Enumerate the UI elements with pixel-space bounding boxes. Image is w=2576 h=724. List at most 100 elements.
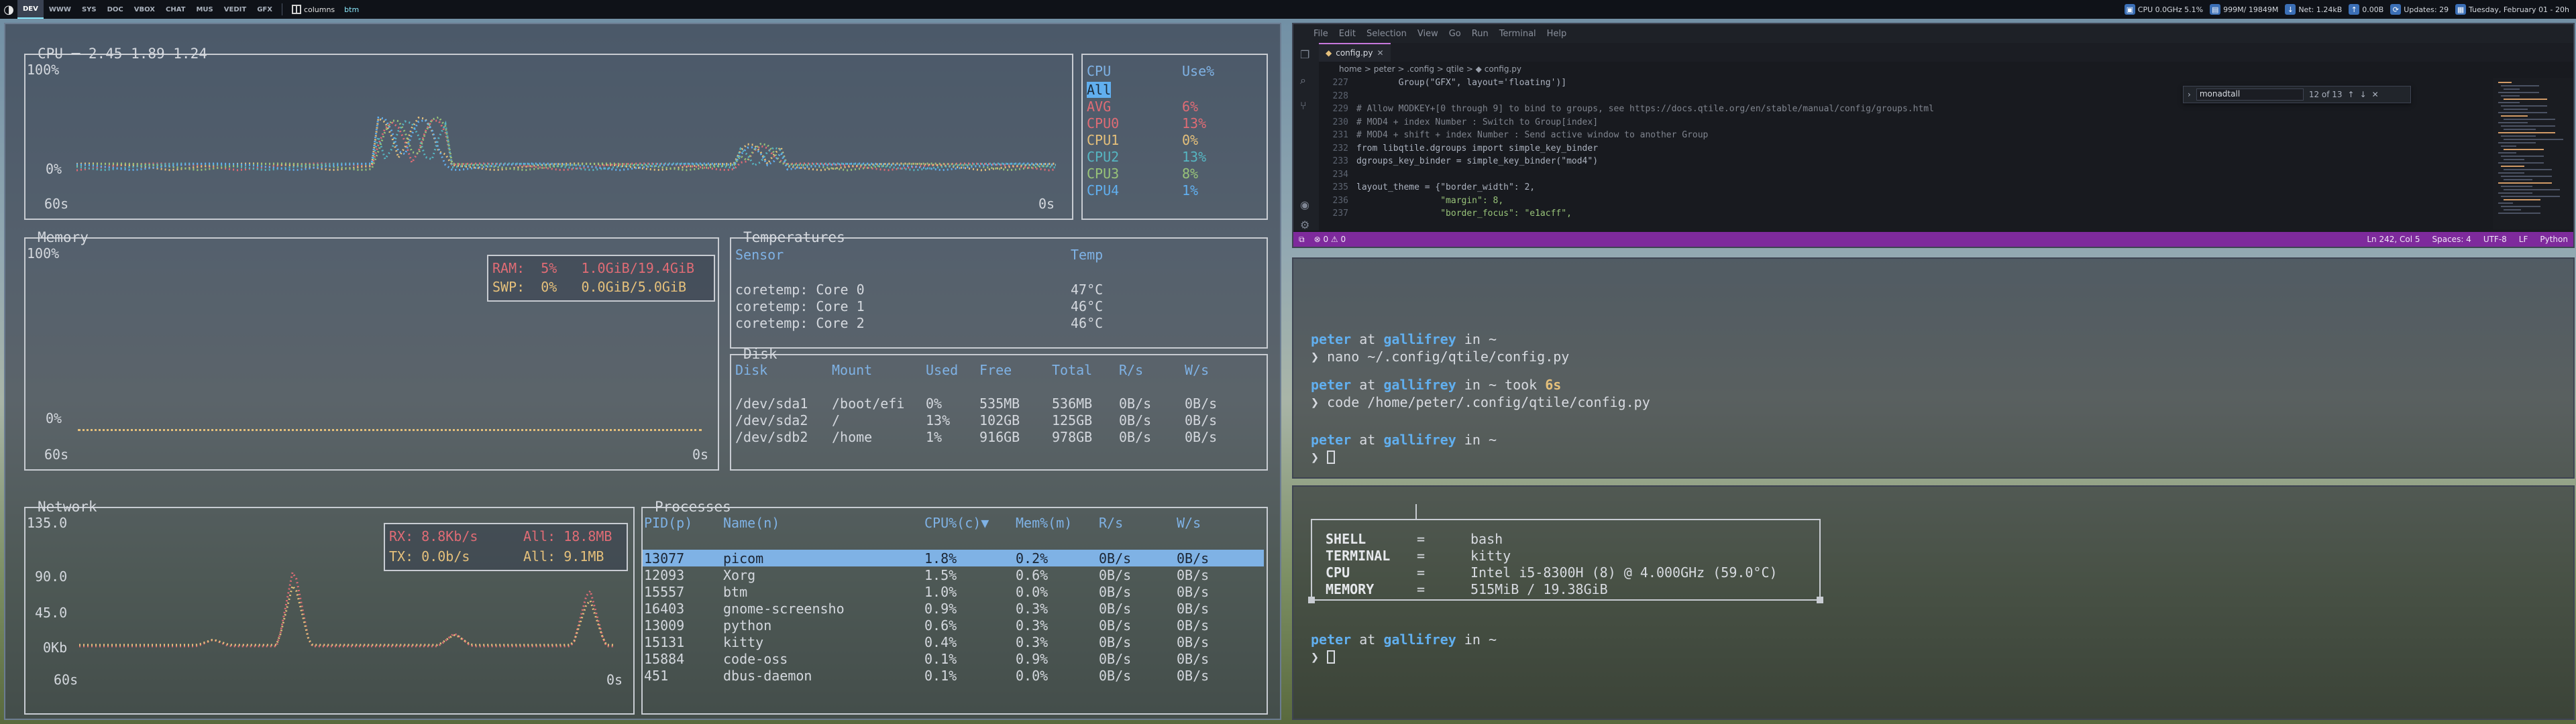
code-line[interactable]: 236 "margin": 8, [1319, 196, 2493, 209]
breadcrumb[interactable]: home > peter > .config > qtile > ◆ confi… [1319, 64, 2573, 78]
menu-terminal[interactable]: Terminal [1499, 29, 1536, 39]
group-vedit[interactable]: VEDIT [219, 0, 252, 19]
find-input[interactable]: monadtall [2196, 88, 2304, 101]
disk-header[interactable]: Used [926, 362, 958, 378]
cpu-widget[interactable]: ▣ CPU 0.0GHz 5.1% [2124, 4, 2203, 15]
code-line[interactable]: 237 "border_focus": "e1acff", [1319, 208, 2493, 222]
code-line[interactable]: 231 # MOD4 + shift + index Number : Send … [1319, 130, 2493, 143]
status-item[interactable]: UTF-8 [2483, 235, 2507, 244]
process-header[interactable]: PID(p) [644, 515, 692, 531]
group-chat[interactable]: CHAT [160, 0, 191, 19]
process-header[interactable]: W/s [1177, 515, 1201, 531]
close-find-icon[interactable]: ✕ [2372, 90, 2379, 99]
disk-header[interactable]: Disk [735, 362, 767, 378]
group-mus[interactable]: MUS [191, 0, 218, 19]
disk-header[interactable]: W/s [1185, 362, 1209, 378]
cpu-legend-name[interactable]: CPU1 [1087, 132, 1119, 148]
cpu-legend-name[interactable]: AVG [1087, 99, 1111, 115]
group-gfx[interactable]: GFX [252, 0, 278, 19]
menu-go[interactable]: Go [1449, 29, 1461, 39]
disk-header[interactable]: R/s [1119, 362, 1143, 378]
status-item[interactable]: Python [2540, 235, 2568, 244]
cpu-legend-name[interactable]: CPU0 [1087, 115, 1119, 131]
problems-indicator[interactable]: ⊗ 0 ⚠ 0 [1314, 235, 1346, 244]
process-header[interactable]: Name(n) [723, 515, 780, 531]
code-line[interactable]: 235 layout_theme = {"border_width": 2, [1319, 182, 2493, 196]
account-icon[interactable]: ◉ [1300, 198, 1312, 211]
code-line[interactable]: 233 dgroups_key_binder = simple_key_binde… [1319, 156, 2493, 170]
remote-icon[interactable]: ⧉ [1299, 235, 1305, 245]
code-line[interactable]: 230 # MOD4 + index Number : Switch to Gro… [1319, 117, 2493, 131]
clock-widget[interactable]: ▦ Tuesday, February 01 - 20h [2455, 4, 2569, 15]
box-corner [1308, 597, 1315, 603]
process-row[interactable]: 12093 Xorg 1.5% 0.6% 0B/s 0B/s [643, 566, 1264, 583]
process-widget-box[interactable]: Processes PID(p) Name(n) CPU%(c)▼ Mem%(m) R/… [641, 499, 1268, 715]
terminal-window-2[interactable]: SHELL = bash TERMINAL = kitty CPU = Intel i5-830… [1292, 485, 2575, 720]
previous-match-icon[interactable]: ↑ [2348, 90, 2355, 99]
net-up-widget[interactable]: ↑ 0.00B [2349, 4, 2383, 15]
sysinfo-eq: = [1417, 581, 1426, 597]
minimap[interactable] [2493, 78, 2573, 229]
menu-help[interactable]: Help [1547, 29, 1567, 39]
disk-widget-box[interactable]: Disk Disk Mount Used Free Total R/s W/s /dev/s… [730, 346, 1268, 471]
process-row[interactable]: 15884 code-oss 0.1% 0.9% 0B/s 0B/s [643, 650, 1264, 667]
network-widget-box[interactable]: Network 135.0 90.0 45.0 0Kb 60s 0s RX: 8… [24, 499, 635, 715]
process-row[interactable]: 15557 btm 1.0% 0.0% 0B/s 0B/s [643, 583, 1264, 600]
process-header[interactable]: R/s [1099, 515, 1123, 531]
disk-header[interactable]: Total [1052, 362, 1092, 378]
find-widget[interactable]: › monadtall 12 of 13 ↑ ↓ ✕ [2183, 86, 2411, 103]
group-www[interactable]: WWW [44, 0, 76, 19]
net-widget[interactable]: ↓ Net: 1.24kB [2285, 4, 2342, 15]
process-header[interactable]: Mem%(m) [1016, 515, 1072, 531]
cpu-widget-box[interactable]: CPU ─ 2.45 1.89 1.24 100% 0% 60s 0s [24, 46, 1073, 220]
temperature-widget-box[interactable]: Temperatures Sensor Temp coretemp: Core … [730, 229, 1268, 349]
vscode-window[interactable]: File Edit Selection View Go Run Terminal Help ❐… [1292, 23, 2575, 248]
disk-header[interactable]: Mount [832, 362, 872, 378]
terminal-window-1[interactable]: peter at gallifrey in ~ ❯ nano ~/.config… [1292, 257, 2575, 479]
code-line[interactable]: 232 from libqtile.dgroups import simple_k… [1319, 143, 2493, 157]
status-item[interactable]: LF [2519, 235, 2528, 244]
chevron-right-icon[interactable]: › [2188, 90, 2191, 99]
columns-layout-icon[interactable] [291, 5, 301, 14]
cpu-legend-name[interactable]: CPU4 [1087, 182, 1119, 198]
process-row[interactable]: 13009 python 0.6% 0.3% 0B/s 0B/s [643, 617, 1264, 634]
disk-title: Disk [743, 346, 777, 362]
process-row[interactable]: 16403 gnome-screensho 0.9% 0.3% 0B/s 0B/s [643, 600, 1264, 617]
process-row[interactable]: 15131 kitty 0.4% 0.3% 0B/s 0B/s [643, 634, 1264, 650]
menu-edit[interactable]: Edit [1339, 29, 1356, 39]
source-control-icon[interactable]: ⑂ [1300, 99, 1312, 112]
cpu-legend-name[interactable]: CPU2 [1087, 149, 1119, 165]
search-icon[interactable]: ⌕ [1300, 74, 1312, 86]
input-line[interactable]: ❯ [1311, 449, 1336, 465]
btm-window[interactable]: CPU ─ 2.45 1.89 1.24 100% 0% 60s 0s CPU … [4, 23, 1281, 720]
group-dev[interactable]: DEV [17, 0, 44, 19]
code-line[interactable]: 234 [1319, 170, 2493, 183]
status-item[interactable]: Ln 242, Col 5 [2367, 235, 2420, 244]
memory-widget[interactable]: ▤ 999M/ 19849M [2210, 4, 2278, 15]
group-sys[interactable]: SYS [76, 0, 102, 19]
process-header[interactable]: CPU%(c)▼ [924, 515, 989, 531]
explorer-icon[interactable]: ❐ [1300, 48, 1312, 61]
close-tab-icon[interactable]: ✕ [1377, 48, 1384, 58]
settings-gear-icon[interactable]: ⚙ [1300, 219, 1312, 231]
menu-view[interactable]: View [1417, 29, 1438, 39]
process-row[interactable]: 451 dbus-daemon 0.1% 0.0% 0B/s 0B/s [643, 667, 1264, 684]
menu-selection[interactable]: Selection [1366, 29, 1407, 39]
tab-config-py[interactable]: ◆ config.py ✕ [1319, 43, 1391, 62]
memory-widget-box[interactable]: Memory 100% 0% 60s 0s RAM: 5% 1.0GiB/19.… [24, 229, 719, 471]
group-vbox[interactable]: VBOX [129, 0, 160, 19]
process-row[interactable]: 13077 picom 1.8% 0.2% 0B/s 0B/s [643, 550, 1264, 566]
disk-header[interactable]: Free [979, 362, 1012, 378]
menu-run[interactable]: Run [1472, 29, 1489, 39]
input-line-2[interactable]: ❯ [1311, 649, 1336, 665]
cpu-legend-name[interactable]: All [1087, 82, 1112, 98]
cpu-legend-box[interactable]: CPU Use% All AVG 6% CPU0 13% CPU1 0% CPU2 13% CPU… [1081, 54, 1268, 220]
qtile-logo-icon[interactable]: ◑ [0, 0, 17, 19]
menu-file[interactable]: File [1313, 29, 1328, 39]
cpu-legend-name[interactable]: CPU3 [1087, 166, 1119, 182]
next-match-icon[interactable]: ↓ [2360, 90, 2367, 99]
updates-widget[interactable]: ⟳ Updates: 29 [2390, 4, 2449, 15]
status-item[interactable]: Spaces: 4 [2432, 235, 2471, 244]
code-line[interactable]: 229 # Allow MODKEY+[0 through 9] to bind … [1319, 104, 2493, 117]
group-doc[interactable]: DOC [102, 0, 129, 19]
